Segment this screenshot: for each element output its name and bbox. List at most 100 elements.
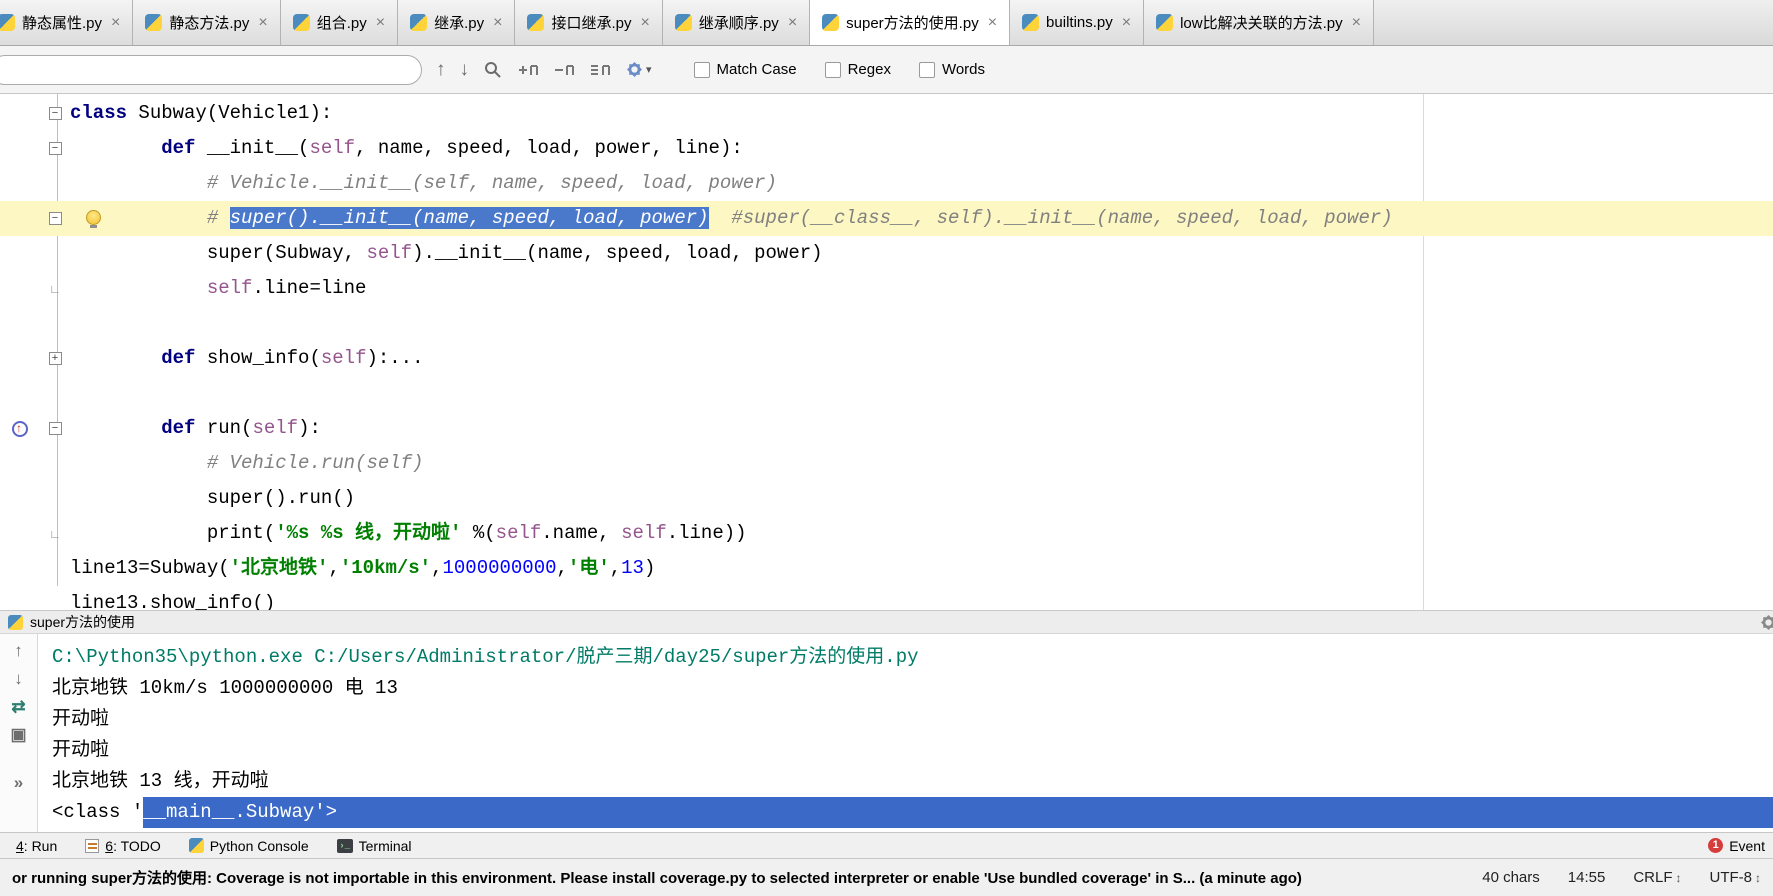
editor-tab[interactable]: 接口继承.py × bbox=[515, 0, 663, 45]
fold-plus-icon[interactable]: + bbox=[48, 352, 62, 365]
close-tab-icon[interactable]: × bbox=[111, 14, 120, 32]
console-line[interactable]: C:\Python35\python.exe C:/Users/Administ… bbox=[52, 642, 1773, 673]
next-occurrence-icon[interactable]: ↓ bbox=[460, 60, 470, 79]
code-line[interactable]: super(Subway, self).__init__(name, speed… bbox=[0, 236, 1773, 271]
encoding-selector[interactable]: UTF-8 ↕ bbox=[1710, 869, 1762, 886]
gutter-fold: ∟ bbox=[40, 516, 70, 551]
python-file-icon bbox=[1156, 14, 1174, 31]
scroll-to-end-icon[interactable]: ▣ bbox=[10, 726, 26, 743]
console-line[interactable]: 开动啦 bbox=[52, 735, 1773, 766]
match-case-checkbox[interactable]: Match Case bbox=[693, 61, 797, 78]
code-text: super().run() bbox=[70, 487, 356, 509]
editor-tab[interactable]: 继承顺序.py × bbox=[662, 0, 811, 45]
search-settings-gear-icon[interactable]: ▾ bbox=[625, 60, 652, 79]
search-options: Match Case Regex Words bbox=[693, 61, 985, 78]
fold-minus-icon[interactable]: − bbox=[48, 212, 62, 225]
fold-minus-icon[interactable]: − bbox=[48, 142, 62, 155]
caret-position[interactable]: 14:55 bbox=[1568, 869, 1606, 886]
console-output[interactable]: C:\Python35\python.exe C:/Users/Administ… bbox=[38, 634, 1773, 832]
event-log-button[interactable]: 1 Event bbox=[1694, 833, 1773, 858]
code-line[interactable]: − # super().__init__(name, speed, load, … bbox=[0, 201, 1773, 236]
editor-tab[interactable]: 组合.py × bbox=[280, 0, 399, 45]
intention-bulb-icon[interactable] bbox=[86, 210, 101, 228]
editor-tab[interactable]: builtins.py × bbox=[1010, 0, 1145, 45]
code-line[interactable]: ∟ self.line=line bbox=[0, 271, 1773, 306]
code-line[interactable]: line13=Subway('北京地铁','10km/s',1000000000… bbox=[0, 551, 1773, 586]
editor-tab[interactable]: super方法的使用.py × bbox=[810, 0, 1011, 45]
editor-tab[interactable]: 静态属性.py × bbox=[0, 0, 134, 45]
python-file-icon bbox=[0, 14, 15, 31]
tab-label: 静态方法.py bbox=[169, 15, 250, 32]
more-options-icon[interactable]: » bbox=[14, 774, 23, 791]
close-tab-icon[interactable]: × bbox=[788, 14, 797, 32]
down-stacktrace-icon[interactable]: ↓ bbox=[14, 670, 23, 687]
code-text: super(Subway, self).__init__(name, speed… bbox=[70, 242, 823, 264]
close-tab-icon[interactable]: × bbox=[640, 14, 649, 32]
gutter-left bbox=[0, 96, 40, 131]
editor-tab[interactable]: 继承.py × bbox=[398, 0, 516, 45]
console-line[interactable]: 开动啦 bbox=[52, 704, 1773, 735]
tab-label: 静态属性.py bbox=[22, 15, 103, 32]
code-text: self.line=line bbox=[206, 277, 367, 299]
code-line[interactable]: − def run(self): bbox=[0, 411, 1773, 446]
code-line[interactable]: super().run() bbox=[0, 481, 1773, 516]
tool-button-python-console[interactable]: Python Console bbox=[175, 833, 323, 858]
tool-button-terminal[interactable]: ›_ Terminal bbox=[323, 833, 426, 858]
select-all-occurrences-icon[interactable] bbox=[589, 62, 611, 78]
char-count: 40 chars bbox=[1482, 869, 1540, 886]
checkbox-box[interactable] bbox=[693, 61, 710, 78]
tool-button-run[interactable]: 4: Run bbox=[2, 833, 71, 858]
console-line[interactable]: 北京地铁 10km/s 1000000000 电 13 bbox=[52, 673, 1773, 704]
prev-occurrence-icon[interactable]: ↑ bbox=[436, 60, 446, 79]
code-line[interactable]: # Vehicle.__init__(self, name, speed, lo… bbox=[0, 166, 1773, 201]
python-file-icon bbox=[1022, 14, 1040, 31]
search-input[interactable] bbox=[0, 54, 422, 85]
code-line[interactable]: − class Subway(Vehicle1): bbox=[0, 96, 1773, 131]
close-tab-icon[interactable]: × bbox=[1122, 14, 1131, 32]
close-tab-icon[interactable]: × bbox=[988, 14, 997, 32]
tool-button-todo[interactable]: 6: TODO bbox=[71, 833, 175, 858]
console-line[interactable]: 北京地铁 13 线，开动啦 bbox=[52, 766, 1773, 797]
gutter-fold bbox=[40, 586, 70, 610]
tab-label: low比解决关联的方法.py bbox=[1180, 15, 1343, 32]
code-line[interactable] bbox=[0, 306, 1773, 341]
code-line[interactable]: + def show_info(self):... bbox=[0, 341, 1773, 376]
code-line[interactable]: line13.show_info() bbox=[0, 586, 1773, 610]
words-checkbox[interactable]: Words bbox=[918, 61, 985, 78]
gutter-fold: − bbox=[40, 96, 70, 131]
tab-label: 继承顺序.py bbox=[698, 15, 779, 32]
code-area: − class Subway(Vehicle1): − def __init__(s… bbox=[0, 96, 1773, 610]
gutter-left bbox=[0, 341, 40, 376]
checkbox-box[interactable] bbox=[918, 61, 935, 78]
gutter-fold bbox=[40, 166, 70, 201]
softwrap-icon[interactable]: ⇄ bbox=[11, 698, 25, 715]
code-text: line13.show_info() bbox=[70, 592, 276, 610]
status-message[interactable]: or running super方法的使用: Coverage is not i… bbox=[12, 867, 1454, 888]
gutter-left bbox=[0, 271, 40, 306]
regex-checkbox[interactable]: Regex bbox=[824, 61, 891, 78]
close-tab-icon[interactable]: × bbox=[376, 14, 385, 32]
close-tab-icon[interactable]: × bbox=[258, 14, 267, 32]
magnifier-icon[interactable] bbox=[483, 60, 503, 80]
run-tab-title[interactable]: super方法的使用 bbox=[30, 612, 135, 632]
fold-minus-icon[interactable]: − bbox=[48, 422, 62, 435]
console-line[interactable]: <class ' __main__.Subway'> bbox=[52, 797, 1773, 828]
line-separator-selector[interactable]: CRLF ↕ bbox=[1633, 869, 1681, 886]
close-tab-icon[interactable]: × bbox=[1352, 14, 1361, 32]
recursive-call-icon[interactable] bbox=[12, 420, 28, 437]
code-line[interactable]: # Vehicle.run(self) bbox=[0, 446, 1773, 481]
code-line[interactable]: ∟ print('%s %s 线，开动啦' %(self.name, self.… bbox=[0, 516, 1773, 551]
console-settings-gear-icon[interactable] bbox=[1759, 613, 1773, 635]
code-text: class Subway(Vehicle1): bbox=[70, 102, 333, 124]
up-stacktrace-icon[interactable]: ↑ bbox=[14, 642, 23, 659]
code-editor[interactable]: − class Subway(Vehicle1): − def __init__(s… bbox=[0, 94, 1773, 610]
remove-occurrence-icon[interactable] bbox=[553, 62, 575, 78]
close-tab-icon[interactable]: × bbox=[493, 14, 502, 32]
editor-tab[interactable]: 静态方法.py × bbox=[133, 0, 281, 45]
fold-minus-icon[interactable]: − bbox=[48, 107, 62, 120]
checkbox-box[interactable] bbox=[824, 61, 841, 78]
code-line[interactable] bbox=[0, 376, 1773, 411]
editor-tab[interactable]: low比解决关联的方法.py × bbox=[1144, 0, 1374, 45]
code-line[interactable]: − def __init__(self, name, speed, load, … bbox=[0, 131, 1773, 166]
add-occurrence-icon[interactable] bbox=[517, 62, 539, 78]
